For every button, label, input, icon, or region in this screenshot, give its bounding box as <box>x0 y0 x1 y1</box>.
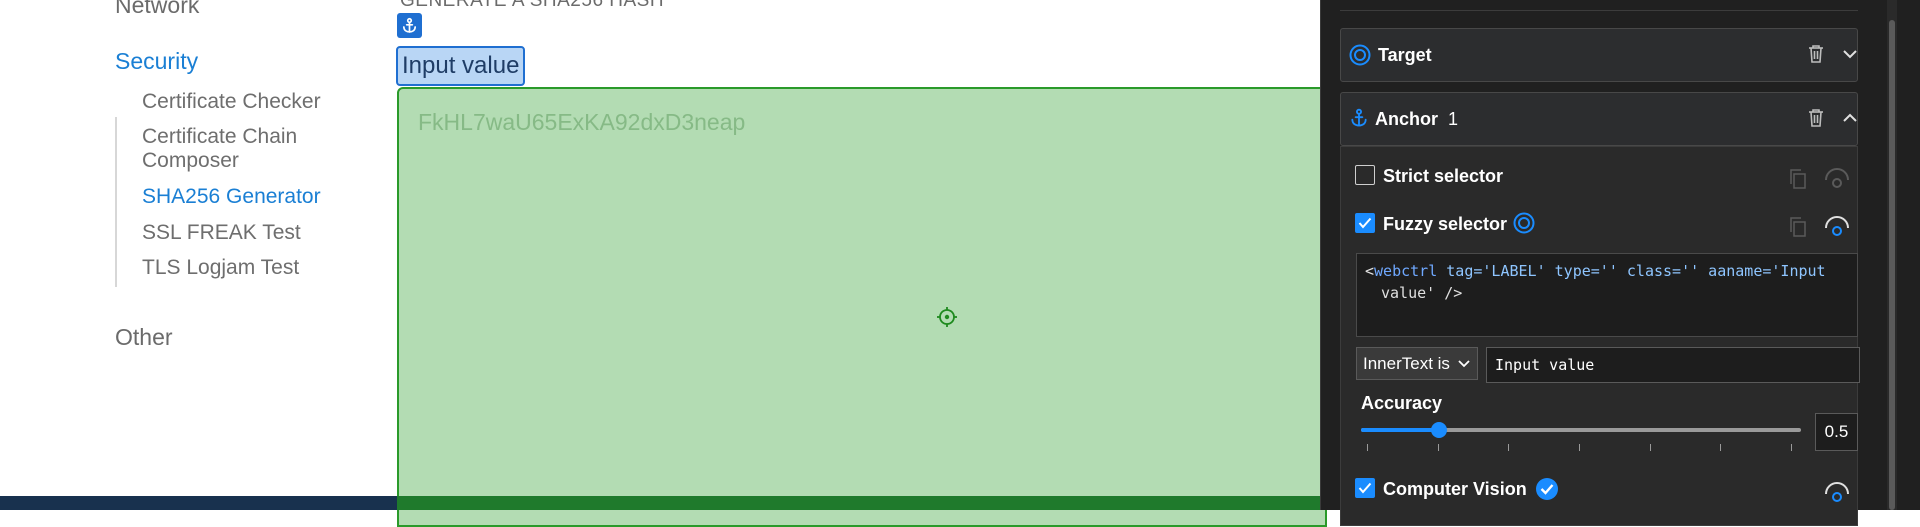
sidebar-group-network[interactable]: Network <box>115 0 199 19</box>
slider-tick <box>1579 444 1580 451</box>
input-value-label-highlight: Input value <box>396 46 526 86</box>
accuracy-slider-thumb[interactable] <box>1431 422 1447 438</box>
highlight-toggle-icon[interactable] <box>1824 480 1850 504</box>
anchor-icon <box>1351 108 1367 127</box>
sidebar-item-sha256-generator[interactable]: SHA256 Generator <box>142 185 321 209</box>
trash-icon[interactable] <box>1807 108 1825 128</box>
slider-tick <box>1720 444 1721 451</box>
slider-tick <box>1438 444 1439 451</box>
slider-tick <box>1508 444 1509 451</box>
selector-code-tag: webctrl <box>1374 262 1438 280</box>
input-value-textarea-highlight[interactable] <box>397 87 1327 527</box>
target-section-title: Target <box>1378 45 1432 65</box>
anchor-section-title: Anchor <box>1375 109 1438 129</box>
chevron-down-icon <box>1458 360 1470 368</box>
innertext-operator-select[interactable]: InnerText is <box>1356 347 1478 380</box>
sidebar-item-ssl-freak-test[interactable]: SSL FREAK Test <box>142 221 301 245</box>
selector-code-line-1: <webctrl tag='LABEL' type='' class='' aa… <box>1365 262 1826 280</box>
accuracy-label: Accuracy <box>1361 393 1443 413</box>
anchor-badge <box>397 13 422 38</box>
copy-icon[interactable] <box>1788 216 1808 238</box>
input-value-placeholder: FkHL7waU65ExKA92dxD3neap <box>418 109 746 135</box>
chevron-up-icon[interactable] <box>1842 112 1858 124</box>
strict-selector-label: Strict selector <box>1383 166 1504 186</box>
strict-selector-checkbox[interactable] <box>1355 165 1375 185</box>
checkmark-icon <box>1358 482 1372 494</box>
highlight-bottom-strip <box>397 496 1330 510</box>
copy-icon[interactable] <box>1788 168 1808 190</box>
computer-vision-label: Computer Vision <box>1383 479 1527 499</box>
slider-tick <box>1791 444 1792 451</box>
anchor-icon <box>402 17 417 33</box>
highlight-toggle-icon[interactable] <box>1824 214 1850 238</box>
sidebar-group-security[interactable]: Security <box>115 48 198 75</box>
selector-code-line-2: value' /> <box>1381 284 1463 302</box>
computer-vision-checkbox[interactable] <box>1355 478 1375 498</box>
panel-scrollbar-thumb[interactable] <box>1889 20 1895 510</box>
fuzzy-selector-label: Fuzzy selector <box>1383 214 1508 234</box>
anchor-count: 1 <box>1448 109 1459 129</box>
trash-icon[interactable] <box>1807 44 1825 64</box>
checkmark-icon <box>1358 217 1372 229</box>
sidebar-item-certificate-checker[interactable]: Certificate Checker <box>142 90 321 114</box>
sidebar-divider-line <box>115 117 117 287</box>
page-title: GENERATE A SHA256 HASH <box>400 0 665 11</box>
sidebar-item-certificate-chain-composer[interactable]: Certificate Chain Composer <box>142 125 342 173</box>
innertext-operator-value: InnerText is <box>1363 354 1450 373</box>
selector-code-attrs: tag='LABEL' type='' class='' aaname='Inp… <box>1446 262 1826 280</box>
slider-tick <box>1367 444 1368 451</box>
verified-check-icon <box>1536 478 1558 500</box>
chevron-down-icon[interactable] <box>1842 48 1858 60</box>
slider-tick <box>1650 444 1651 451</box>
target-icon <box>1349 44 1371 66</box>
innertext-value-input[interactable]: Input value <box>1486 347 1860 383</box>
panel-divider <box>1340 10 1858 11</box>
selector-code-editor[interactable]: <webctrl tag='LABEL' type='' class='' aa… <box>1356 253 1858 337</box>
target-icon[interactable] <box>1513 212 1535 234</box>
accuracy-slider-fill <box>1361 428 1439 432</box>
sidebar-item-tls-logjam-test[interactable]: TLS Logjam Test <box>142 256 299 280</box>
fuzzy-selector-checkbox[interactable] <box>1355 213 1375 233</box>
highlight-toggle-icon[interactable] <box>1824 166 1850 190</box>
accuracy-value-input[interactable]: 0.5 <box>1815 413 1858 451</box>
crosshair-target-icon <box>937 307 957 327</box>
sidebar-group-other[interactable]: Other <box>115 324 173 351</box>
